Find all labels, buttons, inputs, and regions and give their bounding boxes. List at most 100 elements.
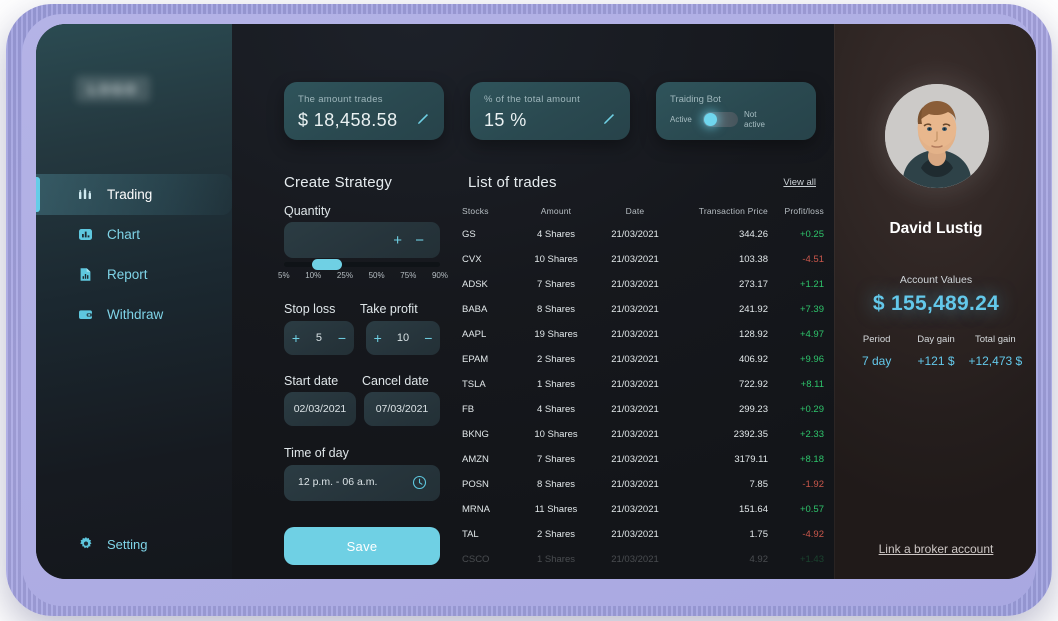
edit-pencil-icon[interactable] bbox=[602, 112, 616, 126]
cell-date: 21/03/2021 bbox=[611, 329, 659, 340]
table-row[interactable]: EPAM 2 Shares 21/03/2021 406.92 +9.96 bbox=[462, 347, 824, 372]
take-profit-stepper[interactable]: + 10 − bbox=[366, 321, 440, 355]
cell-date: 21/03/2021 bbox=[611, 454, 659, 465]
sidebar-item-label: Trading bbox=[107, 187, 153, 202]
quantity-increment-icon[interactable]: + bbox=[393, 233, 402, 248]
stop-loss-label: Stop loss bbox=[284, 302, 336, 316]
stat-value-period: 7 day bbox=[861, 354, 892, 368]
card-amount-value: $ 18,458.58 bbox=[298, 110, 398, 130]
table-row[interactable]: MRNA 11 Shares 21/03/2021 151.64 +0.57 bbox=[462, 497, 824, 522]
stop-loss-decrement-icon[interactable]: − bbox=[338, 330, 346, 346]
card-percent-total[interactable]: % of the total amount 15 % bbox=[470, 82, 630, 140]
cell-amount: 10 Shares bbox=[534, 254, 578, 265]
cell-profit-loss: +1.21 bbox=[799, 279, 824, 290]
quantity-input[interactable]: + − bbox=[284, 222, 440, 258]
cell-price: 103.38 bbox=[738, 254, 768, 265]
cell-amount: 1 Shares bbox=[536, 379, 576, 390]
cell-stock: POSN bbox=[462, 479, 489, 490]
sidebar-item-label: Chart bbox=[107, 227, 141, 242]
sidebar-setting-label: Setting bbox=[107, 536, 148, 552]
table-header-row: Stocks Amount Date Transaction Price Pro… bbox=[462, 200, 824, 222]
cell-amount: 2 Shares bbox=[536, 354, 576, 365]
sidebar-item-report[interactable]: Report bbox=[36, 254, 232, 295]
trades-table: Stocks Amount Date Transaction Price Pro… bbox=[462, 200, 824, 572]
view-all-link[interactable]: View all bbox=[783, 177, 816, 188]
cell-date: 21/03/2021 bbox=[611, 554, 659, 565]
column-header-price: Transaction Price bbox=[698, 206, 768, 216]
stop-loss-value: 5 bbox=[315, 332, 323, 344]
clock-icon[interactable] bbox=[412, 475, 427, 490]
table-row[interactable]: BABA 8 Shares 21/03/2021 241.92 +7.39 bbox=[462, 297, 824, 322]
link-broker-account-link[interactable]: Link a broker account bbox=[835, 542, 1036, 556]
trading-bot-label: Traiding Bot bbox=[670, 94, 721, 105]
save-button[interactable]: Save bbox=[284, 527, 440, 565]
bot-active-label: Active bbox=[670, 115, 692, 124]
cell-price: 3179.11 bbox=[734, 454, 768, 465]
table-row[interactable]: CSCO 1 Shares 21/03/2021 4.92 +1.43 bbox=[462, 547, 824, 572]
stat-value-total-gain: +12,473 $ bbox=[968, 354, 1023, 368]
account-values-label: Account Values bbox=[899, 274, 973, 286]
time-of-day-value: 12 p.m. - 06 a.m. bbox=[298, 476, 378, 488]
stop-loss-stepper[interactable]: + 5 − bbox=[284, 321, 354, 355]
edit-pencil-icon[interactable] bbox=[416, 112, 430, 126]
slider-tick: 50% bbox=[368, 271, 385, 280]
sidebar-item-setting[interactable]: Setting bbox=[36, 529, 232, 559]
sidebar-item-chart[interactable]: Chart bbox=[36, 214, 232, 255]
slider-thumb[interactable] bbox=[312, 259, 343, 270]
cell-profit-loss: +4.97 bbox=[799, 329, 824, 340]
table-row[interactable]: AAPL 19 Shares 21/03/2021 128.92 +4.97 bbox=[462, 322, 824, 347]
sidebar-item-trading[interactable]: Trading bbox=[36, 174, 232, 215]
device-bezel: LOGO Trading Chart Report Withdraw Setti… bbox=[6, 4, 1052, 616]
cell-date: 21/03/2021 bbox=[611, 279, 659, 290]
cell-amount: 2 Shares bbox=[536, 529, 576, 540]
cell-price: 344.26 bbox=[738, 229, 768, 240]
cell-price: 722.92 bbox=[738, 379, 768, 390]
table-row[interactable]: AMZN 7 Shares 21/03/2021 3179.11 +8.18 bbox=[462, 447, 824, 472]
table-row[interactable]: CVX 10 Shares 21/03/2021 103.38 -4.51 bbox=[462, 247, 824, 272]
card-percent-label: % of the total amount bbox=[484, 94, 581, 105]
take-profit-decrement-icon[interactable]: − bbox=[424, 330, 432, 346]
sidebar-item-withdraw[interactable]: Withdraw bbox=[36, 294, 232, 335]
stop-loss-increment-icon[interactable]: + bbox=[292, 330, 300, 346]
take-profit-increment-icon[interactable]: + bbox=[374, 330, 382, 346]
cell-price: 151.64 bbox=[738, 504, 768, 515]
card-amount-label: The amount trades bbox=[298, 94, 383, 105]
cell-profit-loss: +0.29 bbox=[799, 404, 824, 415]
cell-date: 21/03/2021 bbox=[611, 479, 659, 490]
cell-amount: 4 Shares bbox=[536, 404, 576, 415]
cell-stock: GS bbox=[462, 229, 476, 240]
card-percent-value: 15 % bbox=[484, 110, 527, 130]
withdraw-icon bbox=[78, 307, 93, 322]
list-of-trades-title: List of trades bbox=[468, 174, 557, 191]
cell-stock: FB bbox=[462, 404, 475, 415]
table-row[interactable]: GS 4 Shares 21/03/2021 344.26 +0.25 bbox=[462, 222, 824, 247]
cell-stock: AMZN bbox=[462, 454, 489, 465]
user-name: David Lustig bbox=[889, 220, 983, 237]
table-body: GS 4 Shares 21/03/2021 344.26 +0.25 CVX 10 Sha… bbox=[462, 222, 824, 572]
quantity-label: Quantity bbox=[284, 204, 331, 218]
start-date-input[interactable]: 02/03/2021 bbox=[284, 392, 356, 426]
quantity-slider[interactable] bbox=[284, 259, 440, 270]
time-of-day-input[interactable]: 12 p.m. - 06 a.m. bbox=[284, 465, 440, 501]
cell-price: 4.92 bbox=[749, 554, 769, 565]
profile-panel: David Lustig Account Values $ 155,489.24… bbox=[834, 24, 1036, 579]
table-row[interactable]: TSLA 1 Shares 21/03/2021 722.92 +8.11 bbox=[462, 372, 824, 397]
cell-amount: 8 Shares bbox=[536, 304, 576, 315]
cell-profit-loss: +8.18 bbox=[799, 454, 824, 465]
cell-stock: BABA bbox=[462, 304, 488, 315]
table-row[interactable]: ADSK 7 Shares 21/03/2021 273.17 +1.21 bbox=[462, 272, 824, 297]
table-row[interactable]: POSN 8 Shares 21/03/2021 7.85 -1.92 bbox=[462, 472, 824, 497]
cell-profit-loss: +9.96 bbox=[799, 354, 824, 365]
cell-amount: 7 Shares bbox=[536, 279, 576, 290]
quantity-decrement-icon[interactable]: − bbox=[415, 233, 424, 248]
cancel-date-input[interactable]: 07/03/2021 bbox=[364, 392, 440, 426]
cell-price: 2392.35 bbox=[733, 429, 768, 440]
table-row[interactable]: FB 4 Shares 21/03/2021 299.23 +0.29 bbox=[462, 397, 824, 422]
table-row[interactable]: TAL 2 Shares 21/03/2021 1.75 -4.92 bbox=[462, 522, 824, 547]
card-amount-trades[interactable]: The amount trades $ 18,458.58 bbox=[284, 82, 444, 140]
cell-profit-loss: +0.57 bbox=[799, 504, 824, 515]
table-row[interactable]: BKNG 10 Shares 21/03/2021 2392.35 +2.33 bbox=[462, 422, 824, 447]
cell-date: 21/03/2021 bbox=[611, 354, 659, 365]
column-header-amount: Amount bbox=[540, 206, 572, 216]
trading-bot-toggle[interactable] bbox=[703, 112, 738, 127]
